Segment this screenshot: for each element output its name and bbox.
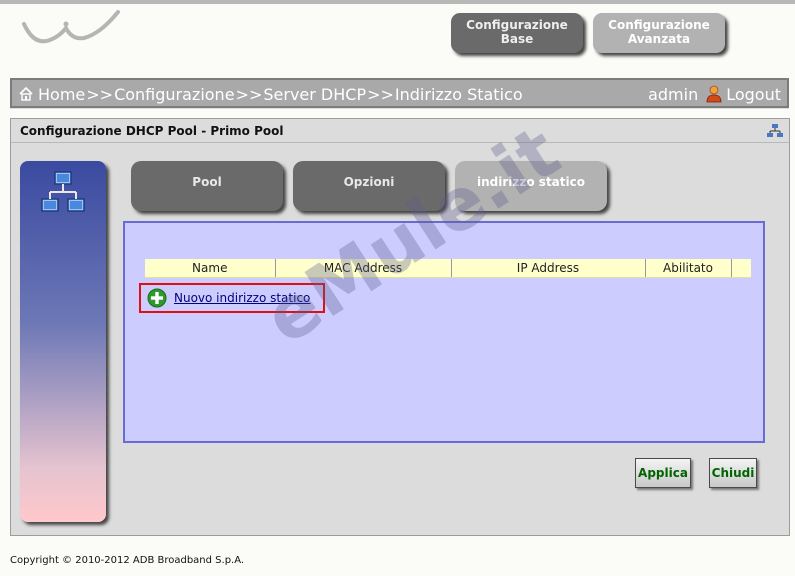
breadcrumb-configurazione[interactable]: Configurazione bbox=[114, 85, 234, 104]
new-static-address-label: Nuovo indirizzo statico bbox=[174, 291, 311, 305]
close-button[interactable]: Chiudi bbox=[709, 458, 757, 488]
config-advanced-button[interactable]: Configurazione Avanzata bbox=[593, 13, 725, 53]
network-icon bbox=[41, 171, 85, 212]
breadcrumb-server-dhcp[interactable]: Server DHCP bbox=[263, 85, 366, 104]
sidebar bbox=[20, 161, 106, 522]
config-advanced-line2: Avanzata bbox=[627, 32, 691, 46]
static-address-table: Name MAC Address IP Address Abilitato bbox=[145, 259, 751, 278]
user-box: admin Logout bbox=[648, 83, 781, 105]
table-header-row: Name MAC Address IP Address Abilitato bbox=[145, 259, 751, 278]
breadcrumb-separator: >> bbox=[367, 84, 394, 104]
config-base-line2: Base bbox=[500, 32, 534, 46]
footer-copyright: Copyright © 2010-2012 ADB Broadband S.p.… bbox=[10, 555, 245, 566]
column-header-ip: IP Address bbox=[451, 259, 646, 278]
new-static-address-link[interactable]: Nuovo indirizzo statico bbox=[147, 288, 310, 308]
panel-title: Configurazione DHCP Pool - Primo Pool bbox=[20, 124, 284, 138]
content-area: Name MAC Address IP Address Abilitato Nu… bbox=[123, 221, 765, 443]
breadcrumb-separator: >> bbox=[86, 84, 114, 104]
config-base-button[interactable]: Configurazione Base bbox=[451, 13, 583, 53]
main-panel: Configurazione DHCP Pool - Primo Pool Po… bbox=[10, 118, 790, 536]
username: admin bbox=[648, 84, 699, 104]
tab-pool[interactable]: Pool bbox=[131, 161, 283, 211]
top-strip bbox=[0, 0, 795, 4]
breadcrumb-separator: >> bbox=[235, 84, 263, 104]
logo-icon bbox=[22, 10, 120, 44]
breadcrumb-current: Indirizzo Statico bbox=[394, 84, 523, 104]
panel-header: Configurazione DHCP Pool - Primo Pool bbox=[11, 119, 789, 143]
navbar: Home >> Configurazione >> Server DHCP >>… bbox=[10, 78, 789, 108]
logout-link[interactable]: Logout bbox=[726, 85, 781, 104]
breadcrumb: Home >> Configurazione >> Server DHCP >>… bbox=[18, 83, 523, 105]
column-header-mac: MAC Address bbox=[275, 259, 452, 278]
config-base-line1: Configurazione bbox=[466, 18, 568, 32]
config-advanced-line1: Configurazione bbox=[608, 18, 710, 32]
breadcrumb-home[interactable]: Home bbox=[38, 85, 85, 104]
tab-opzioni[interactable]: Opzioni bbox=[293, 161, 445, 211]
plus-icon bbox=[147, 288, 167, 308]
apply-button[interactable]: Applica bbox=[635, 458, 691, 488]
column-header-abilitato: Abilitato bbox=[645, 259, 732, 278]
user-icon bbox=[706, 85, 722, 103]
column-header-name: Name bbox=[145, 259, 276, 278]
network-icon[interactable] bbox=[767, 124, 783, 138]
column-header-extra bbox=[731, 259, 751, 278]
home-icon[interactable] bbox=[18, 86, 34, 102]
tab-indirizzo-statico[interactable]: indirizzo statico bbox=[455, 161, 607, 211]
new-static-highlight: Nuovo indirizzo statico bbox=[139, 283, 325, 313]
